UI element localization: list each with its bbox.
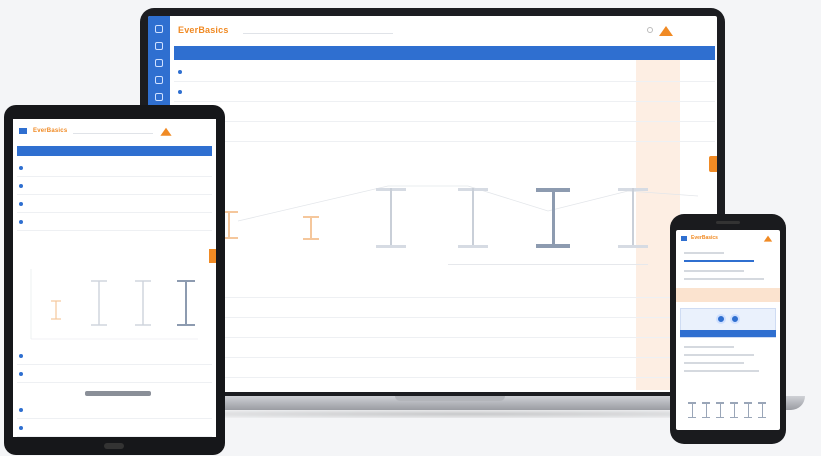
action-button[interactable]: [680, 330, 776, 337]
bell-icon[interactable]: [647, 27, 653, 33]
logo-icon: [160, 126, 172, 136]
beam-shape[interactable]: [688, 402, 696, 418]
row-dot-icon: [19, 353, 23, 358]
table-header: [174, 46, 715, 60]
beam-shape[interactable]: [376, 188, 406, 248]
nav-icon-5[interactable]: [155, 93, 163, 101]
phone-device: EverBasics: [670, 214, 786, 444]
beam-shape[interactable]: [303, 216, 319, 240]
table-row[interactable]: [17, 159, 212, 177]
side-panel-tab[interactable]: [209, 249, 216, 263]
table-row[interactable]: [17, 365, 212, 383]
nav-icon-4[interactable]: [155, 76, 163, 84]
table-row[interactable]: [174, 318, 715, 338]
table-row[interactable]: [174, 102, 715, 122]
table-row[interactable]: [174, 358, 715, 378]
text-line: [684, 370, 759, 372]
menu-icon[interactable]: [19, 128, 27, 134]
table-row[interactable]: [174, 338, 715, 358]
text-line: [684, 278, 764, 280]
text-line: [684, 270, 744, 272]
table-row[interactable]: [17, 213, 212, 231]
row-name: [17, 425, 61, 430]
search-input[interactable]: [242, 26, 393, 34]
top-right-group: [647, 24, 709, 36]
row-name: [17, 219, 61, 224]
text-line: [684, 354, 754, 356]
tablet-screen: EverBasics: [13, 119, 216, 437]
beam-shape[interactable]: [716, 402, 724, 418]
table-row[interactable]: [17, 401, 212, 419]
row-dot-icon: [19, 201, 23, 206]
row-dot-icon: [19, 425, 23, 430]
beam-shape[interactable]: [536, 188, 570, 248]
text-line: [684, 252, 724, 254]
table-row[interactable]: [174, 122, 715, 142]
side-panel-tab[interactable]: [709, 156, 717, 172]
beam-shape[interactable]: [758, 402, 766, 418]
table-row[interactable]: [174, 62, 715, 82]
laptop-device: EverBasics: [140, 8, 725, 398]
row-dot-icon: [19, 219, 23, 224]
table-row[interactable]: [17, 419, 212, 437]
highlighted-row[interactable]: [676, 288, 780, 302]
tooltip-bar: [85, 391, 151, 396]
row-dot-icon: [178, 89, 182, 94]
row-name: [174, 89, 238, 94]
row-name: [17, 353, 61, 358]
row-dot-icon: [178, 69, 182, 74]
beam-shape[interactable]: [730, 402, 738, 418]
nav-icon-3[interactable]: [155, 59, 163, 67]
table-row[interactable]: [17, 195, 212, 213]
beam-shape[interactable]: [458, 188, 488, 248]
toggle-icon[interactable]: [716, 314, 726, 324]
menu-icon[interactable]: [681, 235, 687, 241]
text-line: [684, 362, 744, 364]
beam-diagram: [30, 269, 198, 340]
text-line: [684, 260, 754, 262]
laptop-hinge-notch: [395, 396, 505, 401]
row-dot-icon: [19, 407, 23, 412]
tablet-home-button[interactable]: [104, 443, 124, 449]
brand-logo: EverBasics: [33, 128, 68, 134]
logo-icon: [659, 24, 673, 36]
table-header: [17, 146, 212, 156]
tablet-device: EverBasics: [4, 105, 225, 455]
logo-icon: [763, 234, 773, 242]
table-row[interactable]: [17, 347, 212, 365]
row-dot-icon: [19, 183, 23, 188]
brand-logo: EverBasics: [691, 235, 718, 241]
table-row[interactable]: [174, 82, 715, 102]
row-dot-icon: [19, 165, 23, 170]
row-dot-icon: [19, 371, 23, 376]
table-row[interactable]: [174, 278, 715, 298]
toggle-icon[interactable]: [730, 314, 740, 324]
row-name: [174, 69, 238, 74]
beam-shape[interactable]: [702, 402, 710, 418]
search-input[interactable]: [73, 129, 154, 134]
nav-icon-1[interactable]: [155, 25, 163, 33]
beam-diagram: [208, 166, 708, 276]
table-row[interactable]: [17, 177, 212, 195]
top-bar: EverBasics: [170, 16, 717, 44]
text-line: [684, 346, 734, 348]
beam-shape[interactable]: [618, 188, 648, 248]
tablet-top-bar: EverBasics: [13, 119, 216, 143]
phone-top-bar: EverBasics: [676, 230, 780, 246]
beam-shape[interactable]: [744, 402, 752, 418]
row-name: [17, 183, 61, 188]
row-name: [17, 371, 61, 376]
row-name: [17, 407, 61, 412]
divider: [448, 264, 648, 265]
laptop-screen: EverBasics: [148, 16, 717, 392]
phone-speaker: [716, 221, 740, 224]
phone-screen: EverBasics: [676, 230, 780, 430]
row-name: [17, 201, 61, 206]
nav-icon-2[interactable]: [155, 42, 163, 50]
brand-logo: EverBasics: [178, 25, 229, 35]
table-row[interactable]: [174, 298, 715, 318]
row-name: [17, 165, 61, 170]
